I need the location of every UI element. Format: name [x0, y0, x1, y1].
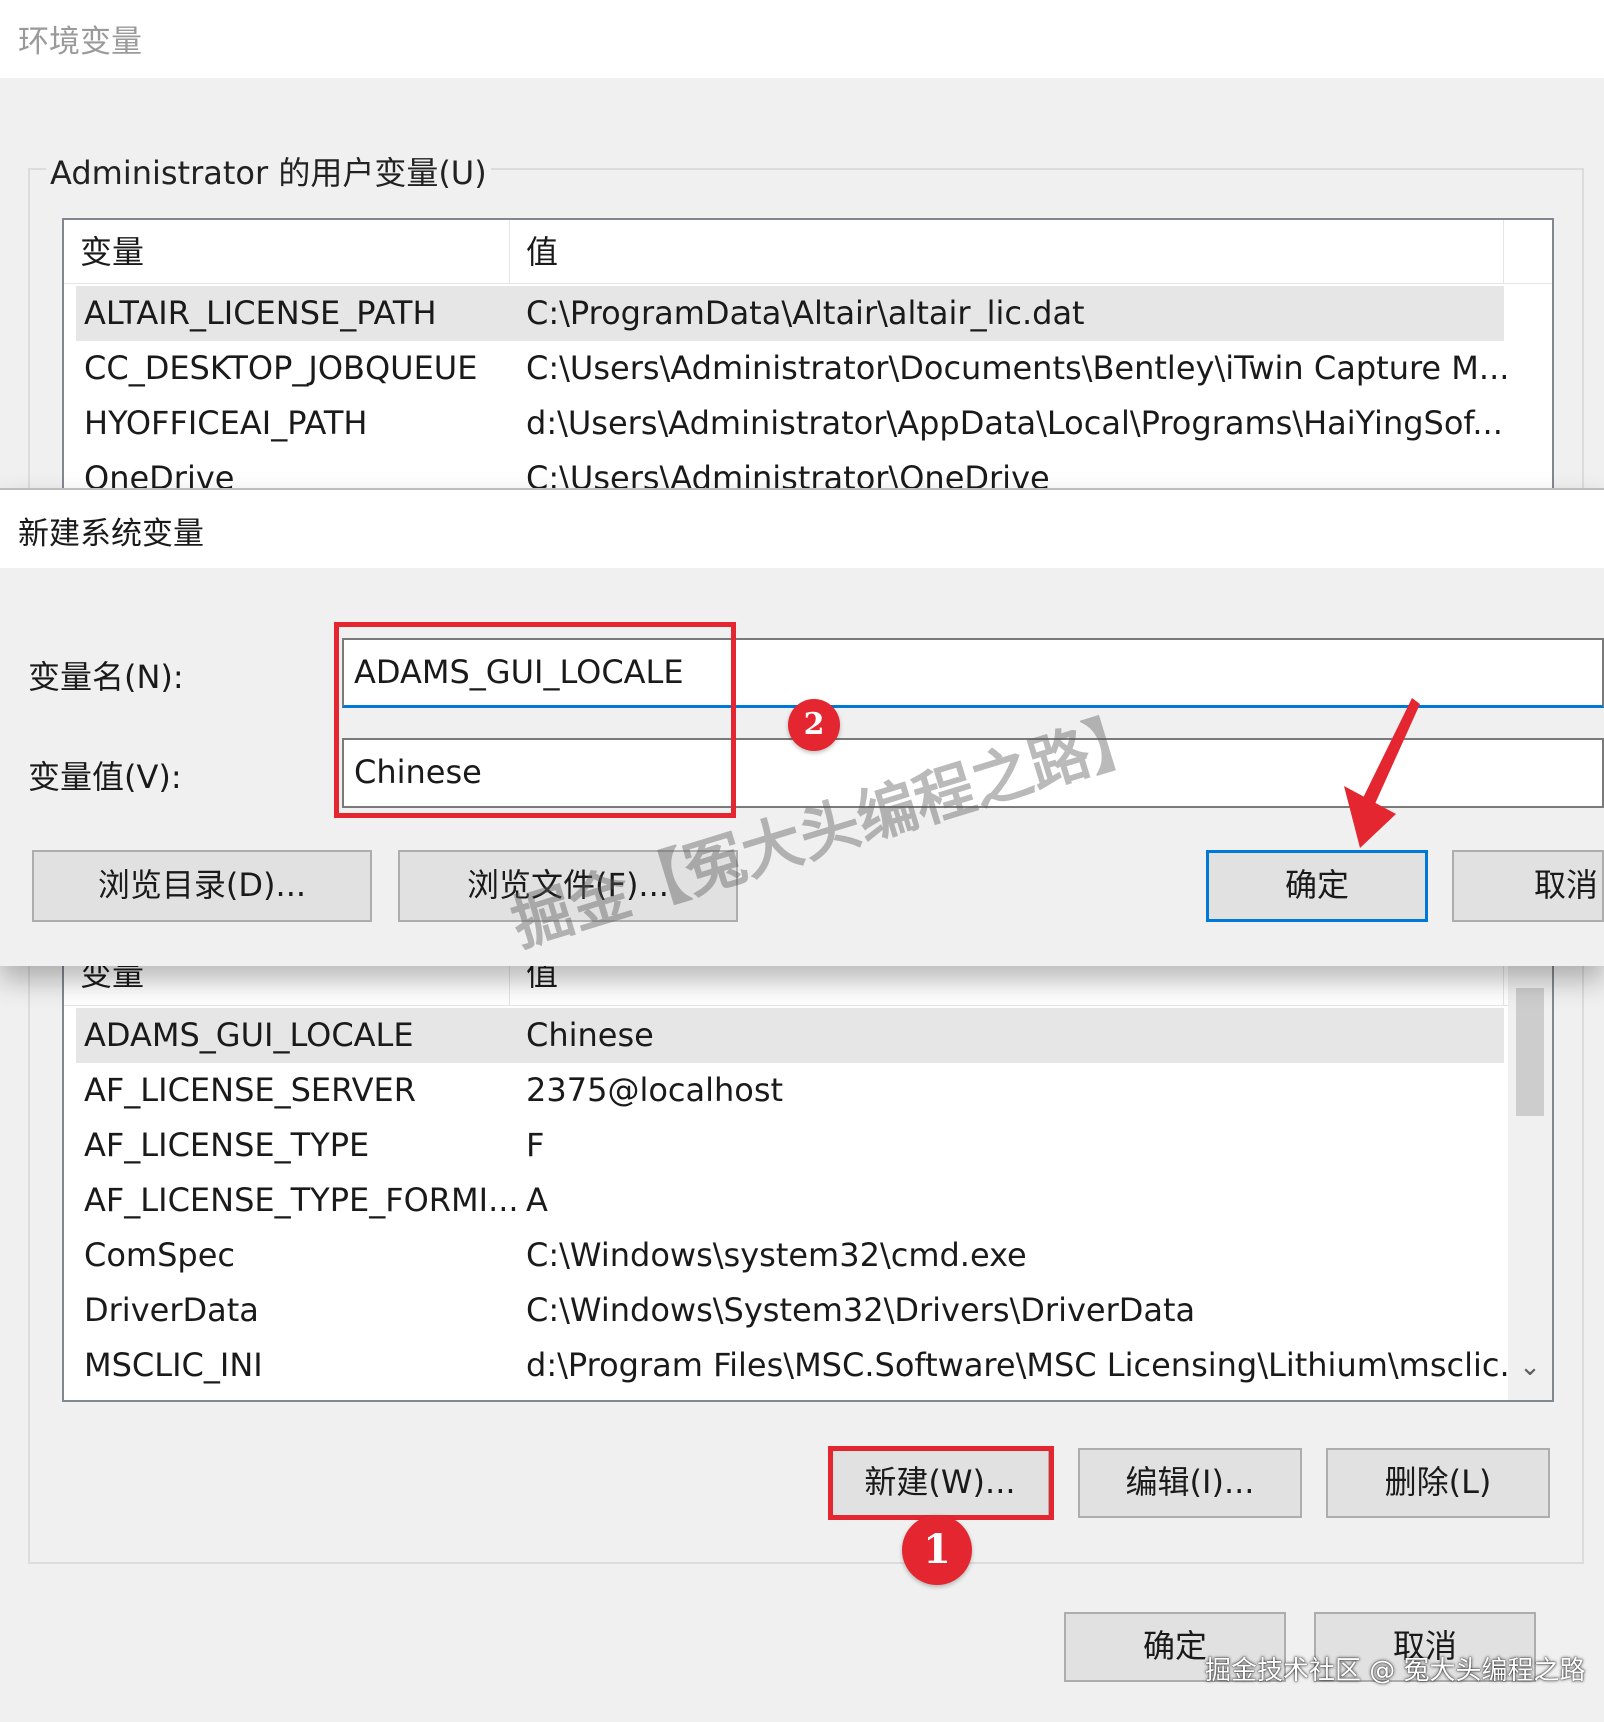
variable-value-label: 变量值(V):	[28, 758, 182, 796]
list-item[interactable]: HYOFFICEAI_PATH d:\Users\Administrator\A…	[76, 396, 1504, 451]
var-name: ALTAIR_LICENSE_PATH	[84, 294, 437, 332]
var-value: A	[526, 1181, 548, 1219]
dialog-cancel-button[interactable]: 取消	[1452, 850, 1604, 922]
list-item[interactable]: ComSpec C:\Windows\system32\cmd.exe	[76, 1228, 1504, 1283]
var-value: C:\ProgramData\Altair\altair_lic.dat	[526, 294, 1085, 332]
vertical-scrollbar[interactable]: ⌃ ⌄	[1508, 942, 1552, 1400]
var-value: 2375@localhost	[526, 1071, 784, 1109]
dialog-ok-button[interactable]: 确定	[1206, 850, 1428, 922]
footer-watermark: 掘金技术社区 @ 冤大头编程之路	[1205, 1656, 1586, 1686]
var-name: ADAMS_GUI_LOCALE	[84, 1016, 414, 1054]
user-vars-list[interactable]: 变量 值 ALTAIR_LICENSE_PATH C:\ProgramData\…	[62, 218, 1554, 518]
user-vars-header: 变量 值	[64, 220, 1552, 284]
system-vars-list[interactable]: 变量 值 ADAMS_GUI_LOCALE Chinese AF_LICENSE…	[62, 940, 1554, 1402]
list-item[interactable]: ALTAIR_LICENSE_PATH C:\ProgramData\Altai…	[76, 286, 1504, 341]
annotation-step-1-badge: 1	[902, 1515, 972, 1585]
list-item[interactable]: AF_LICENSE_TYPE_FORMI... A	[76, 1173, 1504, 1228]
list-item[interactable]: DriverData C:\Windows\System32\Drivers\D…	[76, 1283, 1504, 1338]
annotation-step-2-badge: 2	[788, 699, 840, 751]
annotation-highlight-new-button	[828, 1446, 1054, 1520]
user-vars-label: Administrator 的用户变量(U)	[46, 148, 491, 194]
list-item[interactable]: AF_LICENSE_SERVER 2375@localhost	[76, 1063, 1504, 1118]
chevron-down-icon[interactable]: ⌄	[1510, 1352, 1550, 1382]
var-value: d:\Users\Administrator\AppData\Local\Pro…	[526, 404, 1503, 442]
column-header-value[interactable]: 值	[510, 220, 1504, 284]
list-item[interactable]: CC_DESKTOP_JOBQUEUE C:\Users\Administrat…	[76, 341, 1509, 396]
var-value: C:\Users\Administrator\Documents\Bentley…	[526, 349, 1510, 387]
var-name: AF_LICENSE_TYPE_FORMI...	[84, 1181, 519, 1219]
dialog-titlebar: 新建系统变量	[0, 490, 1604, 568]
var-value: Chinese	[526, 1016, 654, 1054]
edit-variable-button[interactable]: 编辑(I)...	[1078, 1448, 1302, 1518]
column-header-variable[interactable]: 变量	[64, 220, 510, 284]
var-name: HYOFFICEAI_PATH	[84, 404, 368, 442]
list-item[interactable]: AF_LICENSE_TYPE F	[76, 1118, 1504, 1173]
var-name: AF_LICENSE_SERVER	[84, 1071, 416, 1109]
var-name: ComSpec	[84, 1236, 235, 1274]
var-name: AF_LICENSE_TYPE	[84, 1126, 370, 1164]
dialog-title: 新建系统变量	[18, 516, 204, 552]
delete-variable-button[interactable]: 删除(L)	[1326, 1448, 1550, 1518]
annotation-highlight-fields	[334, 622, 736, 818]
var-value: C:\Windows\System32\Drivers\DriverData	[526, 1291, 1196, 1329]
scroll-thumb[interactable]	[1516, 988, 1544, 1116]
browse-directory-button[interactable]: 浏览目录(D)...	[32, 850, 372, 922]
variable-name-label: 变量名(N):	[28, 658, 184, 696]
var-name: CC_DESKTOP_JOBQUEUE	[84, 349, 478, 387]
window-titlebar: 环境变量	[0, 0, 1604, 78]
var-value: d:\Program Files\MSC.Software\MSC Licens…	[526, 1346, 1530, 1384]
window-title: 环境变量	[18, 24, 142, 60]
var-name: MSCLIC_INI	[84, 1346, 263, 1384]
red-arrow-icon	[1344, 698, 1420, 848]
list-item[interactable]: ADAMS_GUI_LOCALE Chinese	[76, 1008, 1504, 1063]
var-value: F	[526, 1126, 545, 1164]
list-item[interactable]: MSCLIC_INI d:\Program Files\MSC.Software…	[76, 1338, 1530, 1393]
var-name: DriverData	[84, 1291, 259, 1329]
var-value: C:\Windows\system32\cmd.exe	[526, 1236, 1027, 1274]
